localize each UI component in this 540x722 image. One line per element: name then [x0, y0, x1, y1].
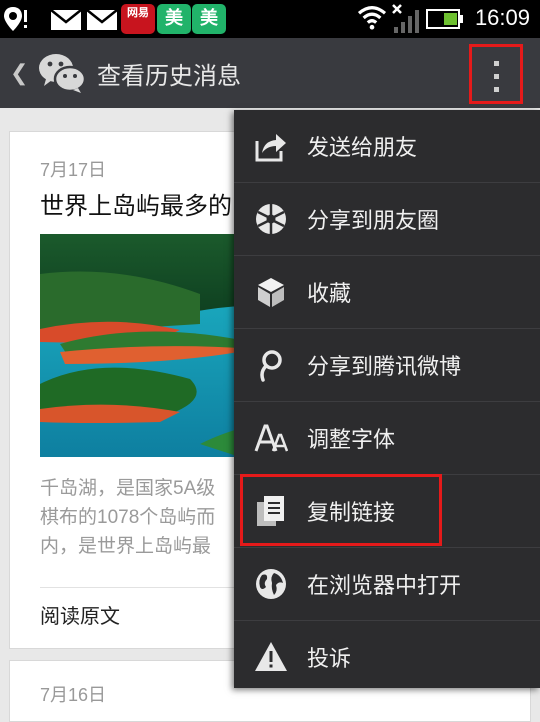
font-size-icon [254, 424, 288, 452]
more-options-button[interactable] [469, 44, 523, 104]
wifi-icon [357, 6, 387, 30]
meituan-badge-text: 美 [165, 8, 183, 29]
clock: 16:09 [474, 5, 530, 30]
tencent-weibo-icon [260, 350, 282, 382]
status-bar: 网易 美 美 16:09 [0, 0, 540, 38]
mail-icon [86, 9, 118, 30]
netease-badge-text: 网易 [127, 6, 149, 19]
menu-item-share-tencent-weibo[interactable]: 分享到腾讯微博 [234, 329, 540, 401]
share-forward-icon [255, 134, 286, 162]
title-bar: ❮ 查看历史消息 [0, 38, 540, 108]
moments-aperture-icon [256, 204, 286, 234]
more-vertical-icon-dot [494, 74, 499, 79]
article-date: 7月17日 [40, 160, 107, 180]
menu-item-report[interactable]: 投诉 [234, 621, 540, 693]
meituan-app-icon: 美 [192, 4, 226, 34]
menu-item-share-moments[interactable]: 分享到朋友圈 [234, 183, 540, 255]
location-alert-icon [4, 7, 27, 31]
menu-item-label: 分享到朋友圈 [307, 208, 440, 233]
menu-item-open-in-browser[interactable]: 在浏览器中打开 [234, 548, 540, 620]
menu-item-label: 发送给朋友 [307, 135, 418, 160]
netease-app-icon: 网易 [121, 4, 155, 34]
globe-icon [256, 569, 286, 599]
meituan-app-icon: 美 [157, 4, 191, 34]
menu-item-label: 调整字体 [307, 427, 396, 452]
article-date: 7月16日 [40, 685, 107, 705]
menu-item-adjust-font[interactable]: 调整字体 [234, 402, 540, 474]
highlight-annotation [240, 474, 442, 546]
battery-icon [426, 9, 463, 29]
no-signal-icon [392, 4, 419, 33]
chevron-left-icon[interactable]: ❮ [10, 61, 28, 86]
overflow-menu: 发送给朋友 分享到朋友圈 收藏 分享到腾讯微博 调整字体 复制链接 在浏览器中打… [234, 110, 540, 688]
article-title[interactable]: 世界上岛屿最多的 [40, 186, 232, 221]
favorite-cube-icon [258, 278, 284, 307]
page-title: 查看历史消息 [97, 63, 241, 90]
mail-icon [50, 9, 82, 30]
more-vertical-icon-dot [494, 87, 499, 92]
menu-item-label: 在浏览器中打开 [307, 573, 462, 598]
meituan-badge-text: 美 [200, 8, 218, 29]
menu-item-favorite[interactable]: 收藏 [234, 256, 540, 328]
menu-item-label: 分享到腾讯微博 [307, 354, 462, 379]
menu-item-label: 投诉 [307, 646, 352, 671]
more-vertical-icon [494, 61, 499, 66]
menu-item-send-to-friend[interactable]: 发送给朋友 [234, 110, 540, 182]
wechat-logo [39, 54, 86, 93]
menu-item-label: 收藏 [307, 281, 352, 306]
warning-icon [255, 642, 287, 671]
read-original-link[interactable]: 阅读原文 [40, 600, 120, 629]
